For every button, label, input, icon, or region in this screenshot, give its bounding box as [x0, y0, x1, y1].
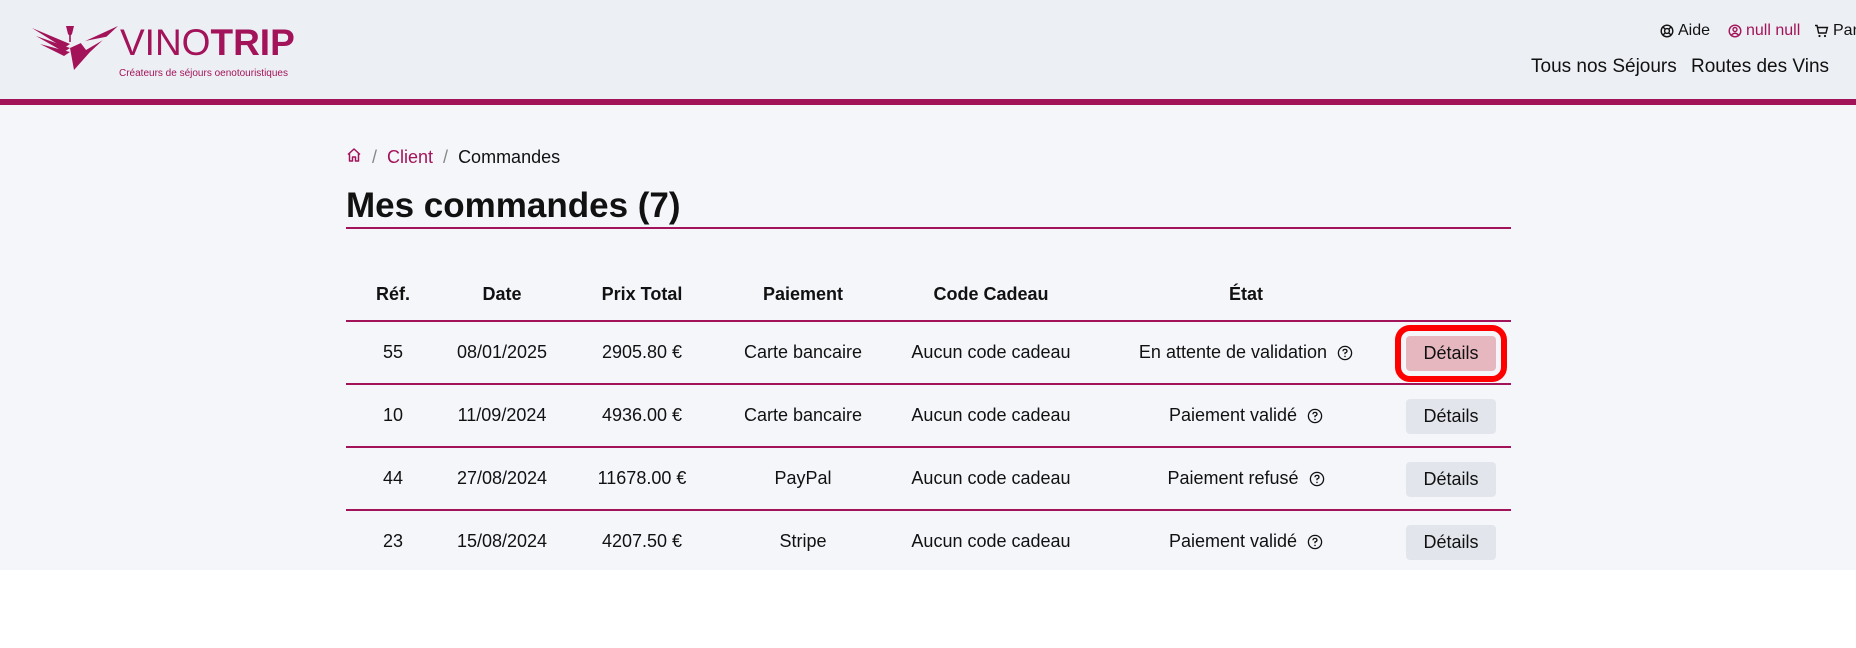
breadcrumb-separator: /: [443, 147, 449, 167]
help-link[interactable]: Aide: [1660, 22, 1710, 40]
header-etat: État: [1228, 284, 1263, 304]
cell-date: 11/09/2024: [457, 405, 547, 425]
user-icon: [1728, 24, 1742, 38]
cell-date: 08/01/2025: [456, 342, 548, 362]
help-circle-icon[interactable]: [1307, 408, 1323, 424]
logo[interactable]: VINOTRIP Créateurs de séjours oenotouris…: [30, 22, 300, 82]
user-name: null null: [1746, 22, 1801, 39]
cell-prix: 4936.00 €: [601, 405, 683, 425]
breadcrumb-client[interactable]: Client: [387, 147, 433, 168]
home-icon: [347, 148, 361, 162]
cell-etat: Paiement validé: [1096, 405, 1396, 426]
header-prix: Prix Total: [601, 284, 683, 304]
help-circle-icon[interactable]: [1337, 345, 1353, 361]
cell-etat: Paiement refusé: [1096, 468, 1396, 489]
cell-paiement: Carte bancaire: [743, 342, 863, 362]
cart-icon: [1815, 24, 1829, 38]
table-row: 10 11/09/2024 4936.00 € Carte bancaire A…: [346, 385, 1511, 448]
cell-paiement: Stripe: [779, 531, 827, 551]
cell-date: 27/08/2024: [456, 468, 548, 488]
cell-code-cadeau: Aucun code cadeau: [911, 405, 1071, 425]
top-links: Aide null null Panier: [1256, 22, 1856, 42]
breadcrumb: / Client / Commandes: [346, 147, 560, 168]
cell-prix: 2905.80 €: [601, 342, 683, 362]
logo-wordmark: VINOTRIP: [120, 24, 295, 61]
cell-ref: 44: [382, 468, 404, 488]
logo-vino: VINO: [120, 22, 211, 63]
breadcrumb-home[interactable]: [346, 147, 362, 168]
orders-table: Réf. Date Prix Total Paiement Code Cadea…: [346, 272, 1511, 574]
cart-link[interactable]: Panier: [1814, 22, 1856, 40]
cart-label: Panier: [1833, 22, 1856, 39]
table-row: 55 08/01/2025 2905.80 € Carte bancaire A…: [346, 322, 1511, 385]
help-circle-icon[interactable]: [1309, 471, 1325, 487]
user-account-link[interactable]: null null: [1728, 22, 1800, 40]
header-paiement: Paiement: [762, 284, 844, 304]
cell-ref: 23: [382, 531, 404, 551]
header-code-cadeau: Code Cadeau: [933, 284, 1049, 304]
cell-etat: Paiement validé: [1096, 531, 1396, 552]
page-title: Mes commandes (7): [346, 186, 681, 225]
details-button[interactable]: Détails: [1395, 325, 1507, 382]
details-button[interactable]: Détails: [1406, 525, 1496, 560]
table-row: 44 27/08/2024 11678.00 € PayPal Aucun co…: [346, 448, 1511, 511]
header-ref: Réf.: [375, 284, 410, 304]
details-button[interactable]: Détails: [1406, 399, 1496, 434]
breadcrumb-current: Commandes: [458, 147, 561, 167]
etat-label: En attente de validation: [1138, 342, 1328, 362]
logo-mark-icon: [32, 26, 118, 70]
title-divider: [346, 227, 1511, 229]
help-circle-icon[interactable]: [1307, 534, 1323, 550]
table-header: Réf. Date Prix Total Paiement Code Cadea…: [346, 272, 1511, 322]
cell-prix: 11678.00 €: [597, 468, 687, 488]
cell-prix: 4207.50 €: [601, 531, 683, 551]
etat-label: Paiement validé: [1168, 405, 1298, 425]
etat-label: Paiement validé: [1168, 531, 1298, 551]
breadcrumb-separator: /: [372, 147, 378, 167]
cell-ref: 10: [382, 405, 404, 425]
nav-routes-des-vins[interactable]: Routes des Vins: [1691, 56, 1829, 78]
cell-etat: En attente de validation: [1096, 342, 1396, 363]
cell-paiement: Carte bancaire: [743, 405, 863, 425]
page: VINOTRIP Créateurs de séjours oenotouris…: [0, 0, 1856, 570]
cell-date: 15/08/2024: [456, 531, 548, 551]
etat-label: Paiement refusé: [1167, 468, 1299, 488]
cell-code-cadeau: Aucun code cadeau: [911, 531, 1071, 551]
logo-trip: TRIP: [210, 22, 295, 63]
cell-code-cadeau: Aucun code cadeau: [911, 468, 1071, 488]
table-row: 23 15/08/2024 4207.50 € Stripe Aucun cod…: [346, 511, 1511, 574]
header-date: Date: [482, 284, 522, 304]
nav-all-sejours[interactable]: Tous nos Séjours: [1531, 56, 1677, 78]
site-header: VINOTRIP Créateurs de séjours oenotouris…: [0, 0, 1856, 105]
help-label: Aide: [1678, 22, 1711, 39]
cell-code-cadeau: Aucun code cadeau: [911, 342, 1071, 362]
cell-paiement: PayPal: [774, 468, 832, 488]
cell-ref: 55: [382, 342, 404, 362]
details-button[interactable]: Détails: [1406, 462, 1496, 497]
logo-tagline: Créateurs de séjours oenotouristiques: [119, 68, 288, 79]
lifebuoy-icon: [1660, 24, 1674, 38]
